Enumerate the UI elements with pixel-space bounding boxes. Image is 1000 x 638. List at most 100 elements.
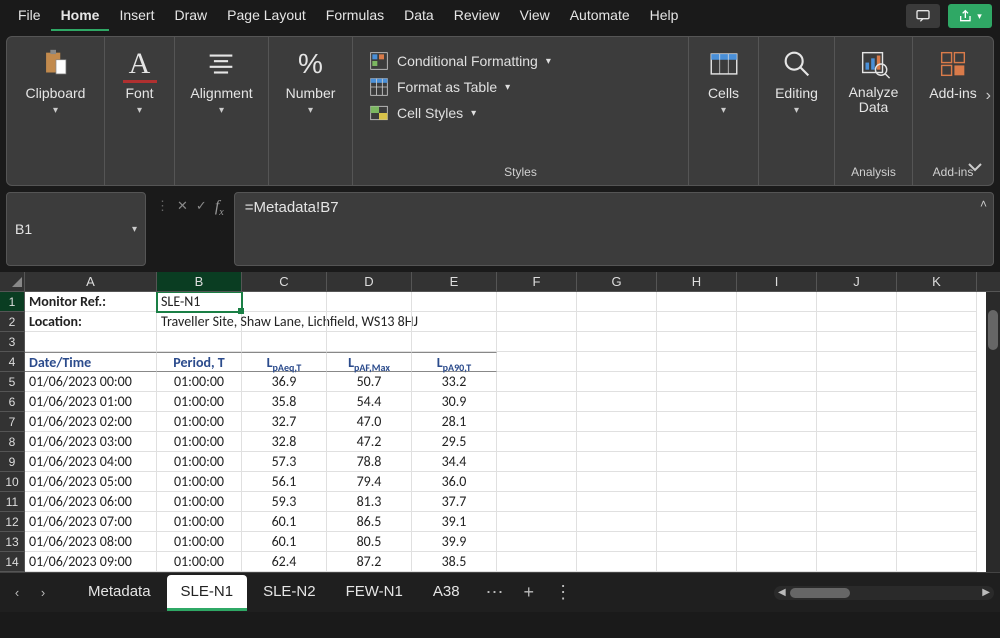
cell[interactable]: 01/06/2023 06:00 xyxy=(25,492,157,512)
cell[interactable] xyxy=(327,332,412,352)
row-header[interactable]: 8 xyxy=(0,432,25,452)
cell[interactable] xyxy=(577,492,657,512)
cell[interactable]: 78.8 xyxy=(327,452,412,472)
cell[interactable]: 62.4 xyxy=(242,552,327,572)
row-header[interactable]: 13 xyxy=(0,532,25,552)
row-header[interactable]: 2 xyxy=(0,312,25,332)
cell[interactable] xyxy=(577,332,657,352)
cell[interactable]: 36.9 xyxy=(242,372,327,392)
cell[interactable]: 01:00:00 xyxy=(157,392,242,412)
cell[interactable] xyxy=(817,492,897,512)
cell[interactable]: 34.4 xyxy=(412,452,497,472)
cell[interactable]: 30.9 xyxy=(412,392,497,412)
cell[interactable] xyxy=(897,372,977,392)
cell[interactable] xyxy=(327,312,412,332)
addins-button[interactable]: Add-ins xyxy=(921,43,984,105)
cell[interactable] xyxy=(497,512,577,532)
cell[interactable] xyxy=(897,452,977,472)
cell[interactable]: 28.1 xyxy=(412,412,497,432)
cell[interactable]: 01:00:00 xyxy=(157,472,242,492)
cell[interactable] xyxy=(497,452,577,472)
cell[interactable] xyxy=(657,512,737,532)
cell[interactable] xyxy=(817,292,897,312)
cell[interactable]: 01/06/2023 02:00 xyxy=(25,412,157,432)
ribbon-tab-insert[interactable]: Insert xyxy=(109,1,164,31)
cell[interactable] xyxy=(577,532,657,552)
ribbon-tab-help[interactable]: Help xyxy=(640,1,689,31)
cell[interactable] xyxy=(897,412,977,432)
sheet-tab-sle-n1[interactable]: SLE-N1 xyxy=(167,575,248,611)
cell[interactable] xyxy=(412,292,497,312)
cell[interactable] xyxy=(737,312,817,332)
new-sheet-button[interactable]: + xyxy=(516,582,543,603)
cell[interactable]: 80.5 xyxy=(327,532,412,552)
horizontal-scrollbar[interactable]: ◀ ▶ xyxy=(774,586,994,600)
cell[interactable] xyxy=(497,332,577,352)
column-header-G[interactable]: G xyxy=(577,272,657,291)
cell[interactable] xyxy=(737,392,817,412)
column-header-E[interactable]: E xyxy=(412,272,497,291)
cell[interactable]: 33.2 xyxy=(412,372,497,392)
cell[interactable]: 37.7 xyxy=(412,492,497,512)
cell[interactable]: 01/06/2023 00:00 xyxy=(25,372,157,392)
sheet-more-button[interactable]: ⋯ xyxy=(478,582,512,603)
font-button[interactable]: A Font ▾ xyxy=(115,43,165,120)
row-header[interactable]: 12 xyxy=(0,512,25,532)
cell[interactable] xyxy=(737,512,817,532)
cell[interactable]: 56.1 xyxy=(242,472,327,492)
cell[interactable]: 60.1 xyxy=(242,512,327,532)
cell[interactable] xyxy=(497,412,577,432)
ribbon-tab-page-layout[interactable]: Page Layout xyxy=(217,1,316,31)
ribbon-overflow-icon[interactable]: › xyxy=(986,87,991,105)
cell[interactable] xyxy=(657,492,737,512)
cell[interactable]: 60.1 xyxy=(242,532,327,552)
cell[interactable] xyxy=(157,332,242,352)
share-button[interactable]: ▾ xyxy=(948,4,992,28)
row-header[interactable]: 7 xyxy=(0,412,25,432)
cell[interactable]: 01/06/2023 07:00 xyxy=(25,512,157,532)
cell[interactable]: 01/06/2023 03:00 xyxy=(25,432,157,452)
cell[interactable]: 01:00:00 xyxy=(157,532,242,552)
cell[interactable] xyxy=(737,452,817,472)
cell[interactable] xyxy=(577,392,657,412)
number-button[interactable]: % Number ▾ xyxy=(278,43,344,120)
ribbon-tab-home[interactable]: Home xyxy=(51,1,110,31)
cell[interactable] xyxy=(577,312,657,332)
format-as-table-button[interactable]: Format as Table ▾ xyxy=(369,77,510,97)
ribbon-tab-automate[interactable]: Automate xyxy=(560,1,640,31)
cell[interactable] xyxy=(897,352,977,372)
cell[interactable] xyxy=(897,552,977,572)
cells-button[interactable]: Cells ▾ xyxy=(699,43,749,120)
scrollbar-thumb[interactable] xyxy=(790,588,850,598)
cell[interactable] xyxy=(657,552,737,572)
cell[interactable]: Monitor Ref.: xyxy=(25,292,157,312)
analyze-data-button[interactable]: Analyze Data xyxy=(841,43,907,120)
cell[interactable] xyxy=(657,392,737,412)
sheet-tab-few-n1[interactable]: FEW-N1 xyxy=(332,575,417,611)
cell[interactable] xyxy=(817,532,897,552)
cell[interactable] xyxy=(817,472,897,492)
cell[interactable]: 01:00:00 xyxy=(157,552,242,572)
cell[interactable] xyxy=(497,532,577,552)
cell[interactable] xyxy=(657,332,737,352)
cell[interactable] xyxy=(817,552,897,572)
cell[interactable]: 01/06/2023 05:00 xyxy=(25,472,157,492)
conditional-formatting-button[interactable]: Conditional Formatting ▾ xyxy=(369,51,551,71)
cell[interactable] xyxy=(657,372,737,392)
cell[interactable] xyxy=(577,552,657,572)
cell[interactable]: 01:00:00 xyxy=(157,512,242,532)
cell[interactable]: 01:00:00 xyxy=(157,372,242,392)
sheet-tab-sle-n2[interactable]: SLE-N2 xyxy=(249,575,330,611)
ribbon-tab-review[interactable]: Review xyxy=(444,1,510,31)
row-header[interactable]: 5 xyxy=(0,372,25,392)
row-header[interactable]: 10 xyxy=(0,472,25,492)
cell[interactable] xyxy=(242,312,327,332)
row-header[interactable]: 1 xyxy=(0,292,25,312)
row-header[interactable]: 6 xyxy=(0,392,25,412)
cell[interactable] xyxy=(817,452,897,472)
cell[interactable] xyxy=(497,312,577,332)
column-header-F[interactable]: F xyxy=(497,272,577,291)
cell[interactable] xyxy=(577,372,657,392)
cell[interactable] xyxy=(242,292,327,312)
sheet-nav-next[interactable]: › xyxy=(32,582,54,604)
